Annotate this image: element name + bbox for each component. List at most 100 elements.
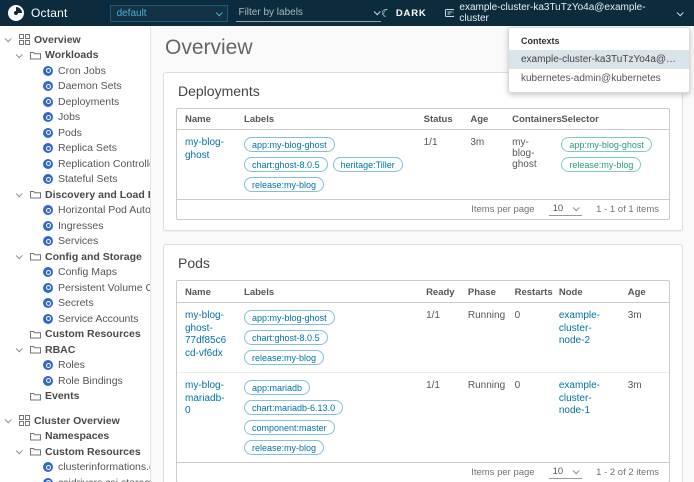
column-header-phase[interactable]: Phase	[460, 281, 507, 302]
column-header-containers[interactable]: Containers	[504, 109, 562, 129]
app-logo[interactable]: Octant	[8, 5, 68, 21]
column-header-node[interactable]: Node	[551, 281, 620, 302]
sidebar-item-csidrivers-csi-storage-k8s-io[interactable]: csidrivers.csi.storage.k8s.io	[0, 475, 150, 482]
sidebar-item-label: Namespaces	[45, 430, 110, 443]
label-badge[interactable]: heritage:Tiller	[332, 157, 403, 172]
resource-icon	[43, 65, 53, 76]
sidebar-item-custom-resources[interactable]: Custom Resources	[0, 444, 150, 460]
sidebar-item-daemon-sets[interactable]: Daemon Sets	[0, 79, 150, 95]
sidebar-item-custom-resources[interactable]: Custom Resources	[0, 327, 150, 343]
chevron-down-icon[interactable]	[15, 252, 23, 260]
label-badge[interactable]: app:my-blog-ghost	[244, 310, 335, 325]
label-badge[interactable]: app:mariadb	[244, 380, 311, 395]
context-selector[interactable]: example-cluster-ka3TuTzYo4a@example-clus…	[444, 2, 686, 24]
column-header-labels[interactable]: Labels	[236, 281, 418, 302]
items-per-page-select[interactable]: 10	[548, 466, 583, 479]
column-header-age[interactable]: Age	[462, 109, 504, 129]
sidebar-item-config-maps[interactable]: Config Maps	[0, 265, 150, 281]
resource-icon	[43, 220, 53, 231]
column-header-label: Selector	[561, 114, 599, 125]
sidebar-item-persistent-volume-claims[interactable]: Persistent Volume Claims	[0, 280, 150, 296]
column-header-ready[interactable]: Ready	[418, 281, 460, 302]
label-filter-input[interactable]: Filter by labels	[236, 5, 382, 22]
namespace-select[interactable]: default	[109, 4, 229, 22]
sidebar-item-stateful-sets[interactable]: Stateful Sets	[0, 172, 150, 188]
label-badge[interactable]: release:my-blog	[244, 177, 325, 192]
sidebar-item-horizontal-pod-autoscalers[interactable]: Horizontal Pod Autoscalers	[0, 203, 150, 219]
tree-icon-wrap	[42, 220, 54, 231]
column-header-name[interactable]: Name	[177, 281, 236, 302]
table-row: my-blog-ghost-77df85c6cd-vf6dx app:my-blo…	[177, 303, 669, 372]
label-badge[interactable]: chart:mariadb-6.13.0	[244, 400, 344, 415]
sidebar-item-rbac[interactable]: RBAC	[0, 342, 150, 358]
cell-link[interactable]: my-blog-mariadb-0	[185, 380, 224, 416]
label-badge[interactable]: chart:ghost-8.0.5	[244, 330, 328, 345]
chevron-down-icon[interactable]	[15, 51, 23, 59]
items-per-page-select[interactable]: 10	[548, 203, 583, 216]
table-cell: Running	[460, 303, 507, 372]
column-header-age[interactable]: Age	[620, 281, 669, 302]
cell-text: 3m	[627, 310, 642, 321]
column-header-label: Ready	[426, 286, 455, 298]
tree-icon-wrap	[42, 174, 54, 185]
chevron-down-icon[interactable]	[15, 447, 23, 455]
sidebar-item-label: Workloads	[45, 49, 99, 62]
context-option[interactable]: kubernetes-admin@kubernetes	[509, 69, 689, 88]
chevron-down-icon[interactable]	[15, 190, 23, 198]
column-header-selector[interactable]: Selector	[553, 109, 669, 129]
sidebar-item-clusterinformations-crd-projec[interactable]: clusterinformations.crd.projec	[0, 460, 150, 476]
sidebar-item-service-accounts[interactable]: Service Accounts	[0, 311, 150, 327]
chevron-down-icon[interactable]	[4, 35, 12, 43]
column-header-label: Labels	[244, 114, 275, 125]
sidebar-item-label: Config Maps	[58, 266, 117, 279]
column-header-restarts[interactable]: Restarts	[507, 281, 553, 302]
tree-icon-wrap	[29, 345, 41, 354]
label-badge[interactable]: release:my-blog	[244, 440, 325, 455]
sidebar-item-config-and-storage[interactable]: Config and Storage	[0, 249, 150, 265]
sidebar-item-roles[interactable]: Roles	[0, 358, 150, 374]
sidebar-item-replica-sets[interactable]: Replica Sets	[0, 141, 150, 157]
app-header: Octant default Filter by labels ☾ DARK e…	[0, 0, 694, 26]
context-option[interactable]: example-cluster-ka3TuTzYo4a@example-clu.…	[509, 50, 689, 69]
folder-icon	[29, 191, 41, 199]
cell-link[interactable]: my-blog-ghost	[185, 137, 224, 161]
sidebar-item-workloads[interactable]: Workloads	[0, 48, 150, 64]
sidebar-item-events[interactable]: Events	[0, 389, 150, 405]
sidebar-item-namespaces[interactable]: Namespaces	[0, 429, 150, 445]
sidebar-item-pods[interactable]: Pods	[0, 125, 150, 141]
cell-link[interactable]: example-cluster-node-1	[559, 380, 600, 416]
sidebar-item-discovery-and-load-balancing[interactable]: Discovery and Load Balancing	[0, 187, 150, 203]
sidebar-item-overview[interactable]: Overview	[0, 32, 150, 48]
sidebar-item-services[interactable]: Services	[0, 234, 150, 250]
sidebar-item-cron-jobs[interactable]: Cron Jobs	[0, 63, 150, 79]
sidebar-item-secrets[interactable]: Secrets	[0, 296, 150, 312]
dark-theme-toggle[interactable]: ☾ DARK	[380, 6, 427, 20]
sidebar-item-cluster-overview[interactable]: Cluster Overview	[0, 413, 150, 429]
sidebar-item-label: Custom Resources	[45, 328, 141, 341]
sidebar-item-ingresses[interactable]: Ingresses	[0, 218, 150, 234]
tree-icon-wrap	[29, 392, 41, 401]
sidebar-item-role-bindings[interactable]: Role Bindings	[0, 373, 150, 389]
chevron-down-icon[interactable]	[4, 416, 12, 424]
table-cell: my-blog-ghost	[177, 130, 236, 199]
sidebar-item-deployments[interactable]: Deployments	[0, 94, 150, 110]
resource-icon	[43, 360, 53, 371]
column-header-status[interactable]: Status	[416, 109, 463, 129]
column-header-labels[interactable]: Labels	[236, 109, 416, 129]
table-cell: 1/1	[416, 130, 463, 199]
label-badge[interactable]: app:my-blog-ghost	[561, 137, 652, 152]
chevron-down-icon[interactable]	[15, 345, 23, 353]
sidebar-item-label: Role Bindings	[58, 374, 123, 387]
cell-text: 3m	[470, 137, 485, 148]
tree-icon-wrap	[42, 477, 54, 482]
label-badge[interactable]: component:master	[244, 420, 335, 435]
label-badge[interactable]: app:my-blog-ghost	[244, 137, 335, 152]
label-badge[interactable]: chart:ghost-8.0.5	[244, 157, 328, 172]
cell-link[interactable]: my-blog-ghost-77df85c6cd-vf6dx	[185, 310, 226, 359]
sidebar-item-replication-controllers[interactable]: Replication Controllers	[0, 156, 150, 172]
cell-link[interactable]: example-cluster-node-2	[559, 310, 600, 346]
label-badge[interactable]: release:my-blog	[561, 157, 642, 172]
label-badge[interactable]: release:my-blog	[244, 350, 325, 365]
sidebar-item-jobs[interactable]: Jobs	[0, 110, 150, 126]
column-header-name[interactable]: Name	[177, 109, 236, 129]
